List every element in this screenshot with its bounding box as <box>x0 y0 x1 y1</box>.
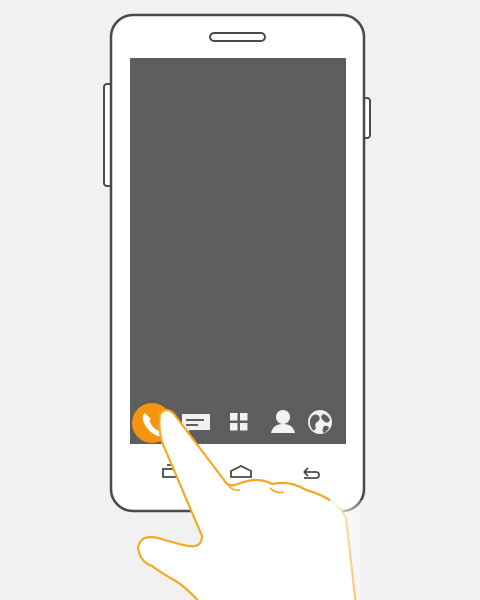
earpiece-speaker <box>209 32 266 42</box>
hand-fade <box>330 500 370 600</box>
dock-apps-button[interactable] <box>222 405 256 439</box>
dock-browser-button[interactable] <box>303 405 337 439</box>
nav-back-button[interactable] <box>294 460 328 486</box>
dock-contacts-button[interactable] <box>266 405 300 439</box>
illustration-stage <box>0 0 480 600</box>
phone-illustration <box>103 13 371 600</box>
nav-recent-apps-button[interactable] <box>157 460 191 486</box>
dock-messages-button[interactable] <box>179 405 213 439</box>
nav-home-button[interactable] <box>224 460 258 486</box>
phone-screen <box>130 58 346 444</box>
dock-phone-button[interactable] <box>135 405 169 439</box>
